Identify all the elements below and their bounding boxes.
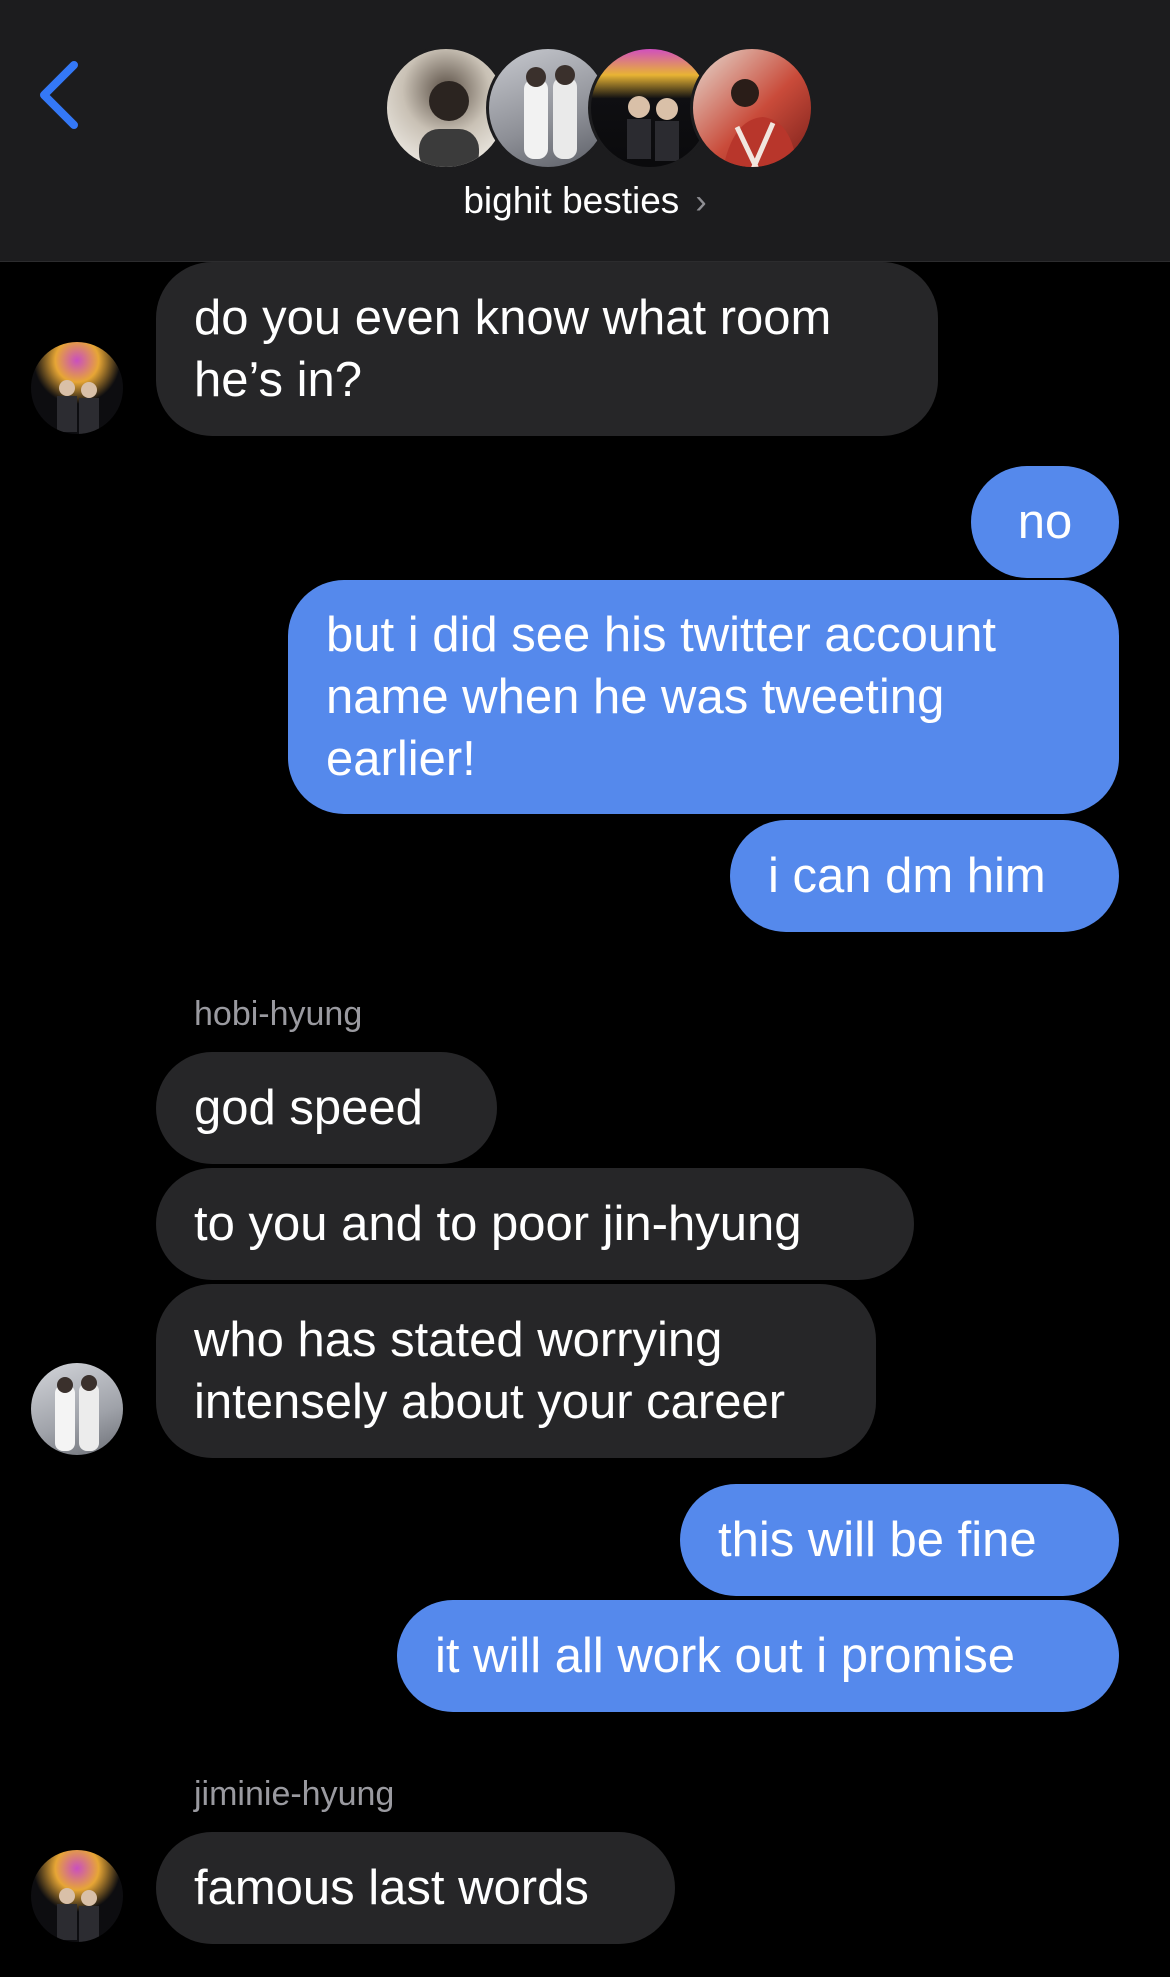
sender-avatar[interactable] <box>31 1363 123 1455</box>
chevron-left-icon <box>40 61 78 129</box>
received-message[interactable]: who has stated worrying intensely about … <box>142 1284 876 1458</box>
message-list[interactable]: do you even know what room he’s in? no b… <box>0 262 1170 1977</box>
message-text: do you even know what room <box>194 291 832 345</box>
received-message[interactable]: do you even know what room he’s in? <box>142 262 938 436</box>
message-text: he’s in? <box>194 353 363 407</box>
sender-avatar[interactable] <box>31 1850 123 1942</box>
back-button[interactable] <box>30 55 90 135</box>
message-text: name when he was tweeting <box>326 670 945 724</box>
group-name-label: bighit besties <box>463 180 680 221</box>
member-avatar <box>690 46 814 170</box>
sent-message[interactable]: i can dm him <box>730 820 1133 932</box>
chat-header: bighit besties › <box>0 0 1170 262</box>
sender-name: jiminie-hyung <box>194 1775 395 1813</box>
message-text: god speed <box>194 1081 423 1135</box>
message-text: earlier! <box>326 732 476 786</box>
received-message[interactable]: famous last words <box>142 1832 675 1944</box>
sender-name: hobi-hyung <box>194 995 363 1033</box>
sent-message[interactable]: it will all work out i promise <box>397 1600 1133 1712</box>
message-text: famous last words <box>194 1861 589 1915</box>
chevron-right-icon: › <box>695 183 707 221</box>
message-text: intensely about your career <box>194 1375 786 1429</box>
group-name-button[interactable]: bighit besties › <box>0 180 1170 222</box>
received-message[interactable]: god speed <box>156 1052 497 1164</box>
sent-message[interactable]: but i did see his twitter account name w… <box>288 580 1119 814</box>
sent-message[interactable]: this will be fine <box>680 1484 1119 1596</box>
sender-avatar[interactable] <box>31 342 123 434</box>
sent-message[interactable]: no <box>971 466 1119 578</box>
message-text: but i did see his twitter account <box>326 608 997 662</box>
message-text: i can dm him <box>768 849 1046 903</box>
message-text: no <box>1017 495 1073 549</box>
group-avatars[interactable] <box>384 46 814 170</box>
message-text: it will all work out i promise <box>435 1629 1015 1683</box>
received-message[interactable]: to you and to poor jin-hyung <box>156 1168 914 1280</box>
message-text: who has stated worrying <box>194 1313 723 1367</box>
message-text: this will be fine <box>718 1513 1037 1567</box>
message-text: to you and to poor jin-hyung <box>194 1197 802 1251</box>
